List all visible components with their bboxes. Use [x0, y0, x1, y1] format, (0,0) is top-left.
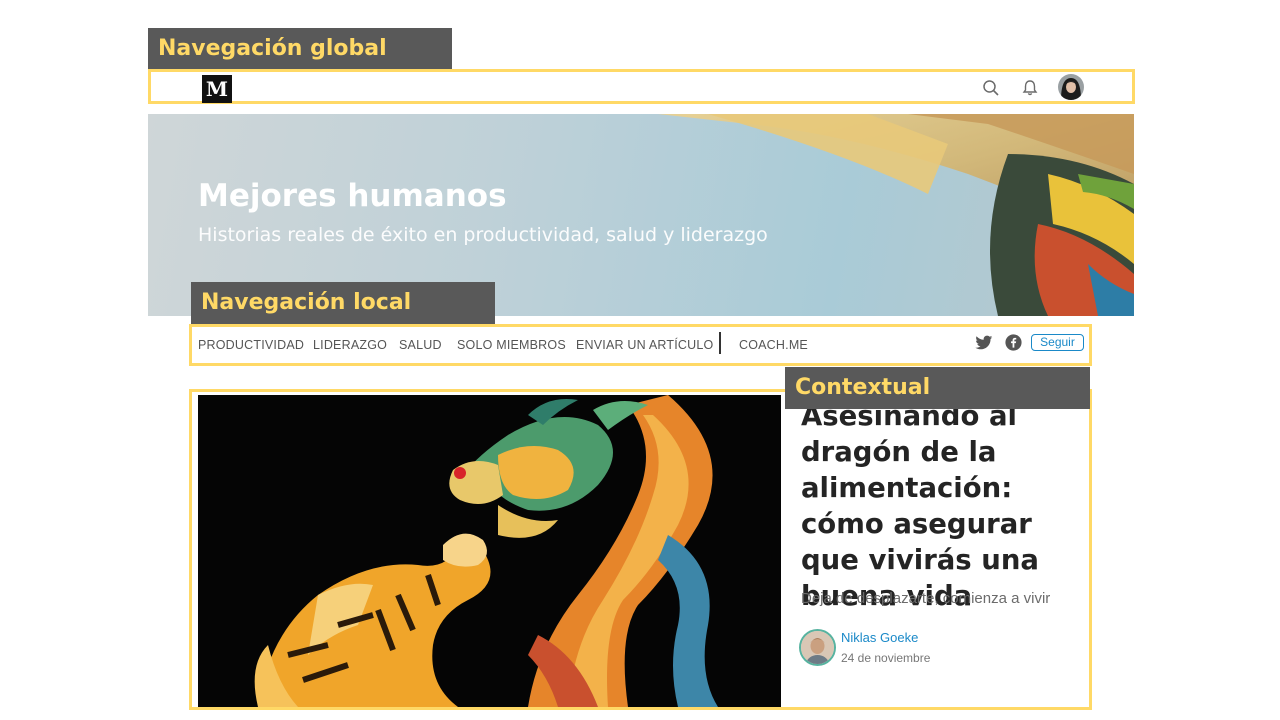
- featured-article-card: Asesinando al dragón de la alimentación:…: [189, 389, 1092, 710]
- annotation-label-contextual: Contextual: [785, 367, 1090, 409]
- article-title[interactable]: Asesinando al dragón de la alimentación:…: [801, 398, 1086, 614]
- publication-title: Mejores humanos: [198, 178, 507, 214]
- medium-logo[interactable]: M: [202, 75, 232, 103]
- nav-item-solo-miembros[interactable]: SOLO MIEMBROS: [457, 338, 566, 352]
- author-avatar[interactable]: [799, 629, 836, 666]
- twitter-icon[interactable]: [975, 335, 993, 351]
- dragon-and-tiger-lantern-image: [198, 395, 781, 707]
- local-navigation-bar: PRODUCTIVIDAD LIDERAZGO SALUD SOLO MIEMB…: [189, 324, 1092, 366]
- global-navigation-bar: M: [148, 69, 1135, 104]
- nav-divider: [719, 332, 721, 354]
- follow-button[interactable]: Seguir: [1031, 334, 1084, 351]
- article-subtitle: Deja de desplazarte, comienza a vivir: [801, 590, 1051, 607]
- featured-article-image[interactable]: [198, 395, 781, 707]
- user-avatar[interactable]: [1058, 74, 1084, 100]
- publish-date: 24 de noviembre: [841, 651, 931, 665]
- publication-tagline: Historias reales de éxito en productivid…: [198, 224, 768, 246]
- search-icon[interactable]: [981, 78, 1001, 98]
- nav-item-coach-me[interactable]: COACH.ME: [739, 338, 808, 352]
- nav-item-productividad[interactable]: PRODUCTIVIDAD: [198, 338, 304, 352]
- nav-item-enviar-articulo[interactable]: ENVIAR UN ARTÍCULO: [576, 338, 713, 352]
- annotation-label-local-nav: Navegación local: [191, 282, 495, 324]
- nav-item-salud[interactable]: SALUD: [399, 338, 442, 352]
- annotation-label-global-nav: Navegación global: [148, 28, 452, 70]
- nav-item-liderazgo[interactable]: LIDERAZGO: [313, 338, 387, 352]
- facebook-icon[interactable]: [1005, 334, 1022, 351]
- author-name-link[interactable]: Niklas Goeke: [841, 630, 918, 645]
- bell-icon[interactable]: [1020, 78, 1040, 98]
